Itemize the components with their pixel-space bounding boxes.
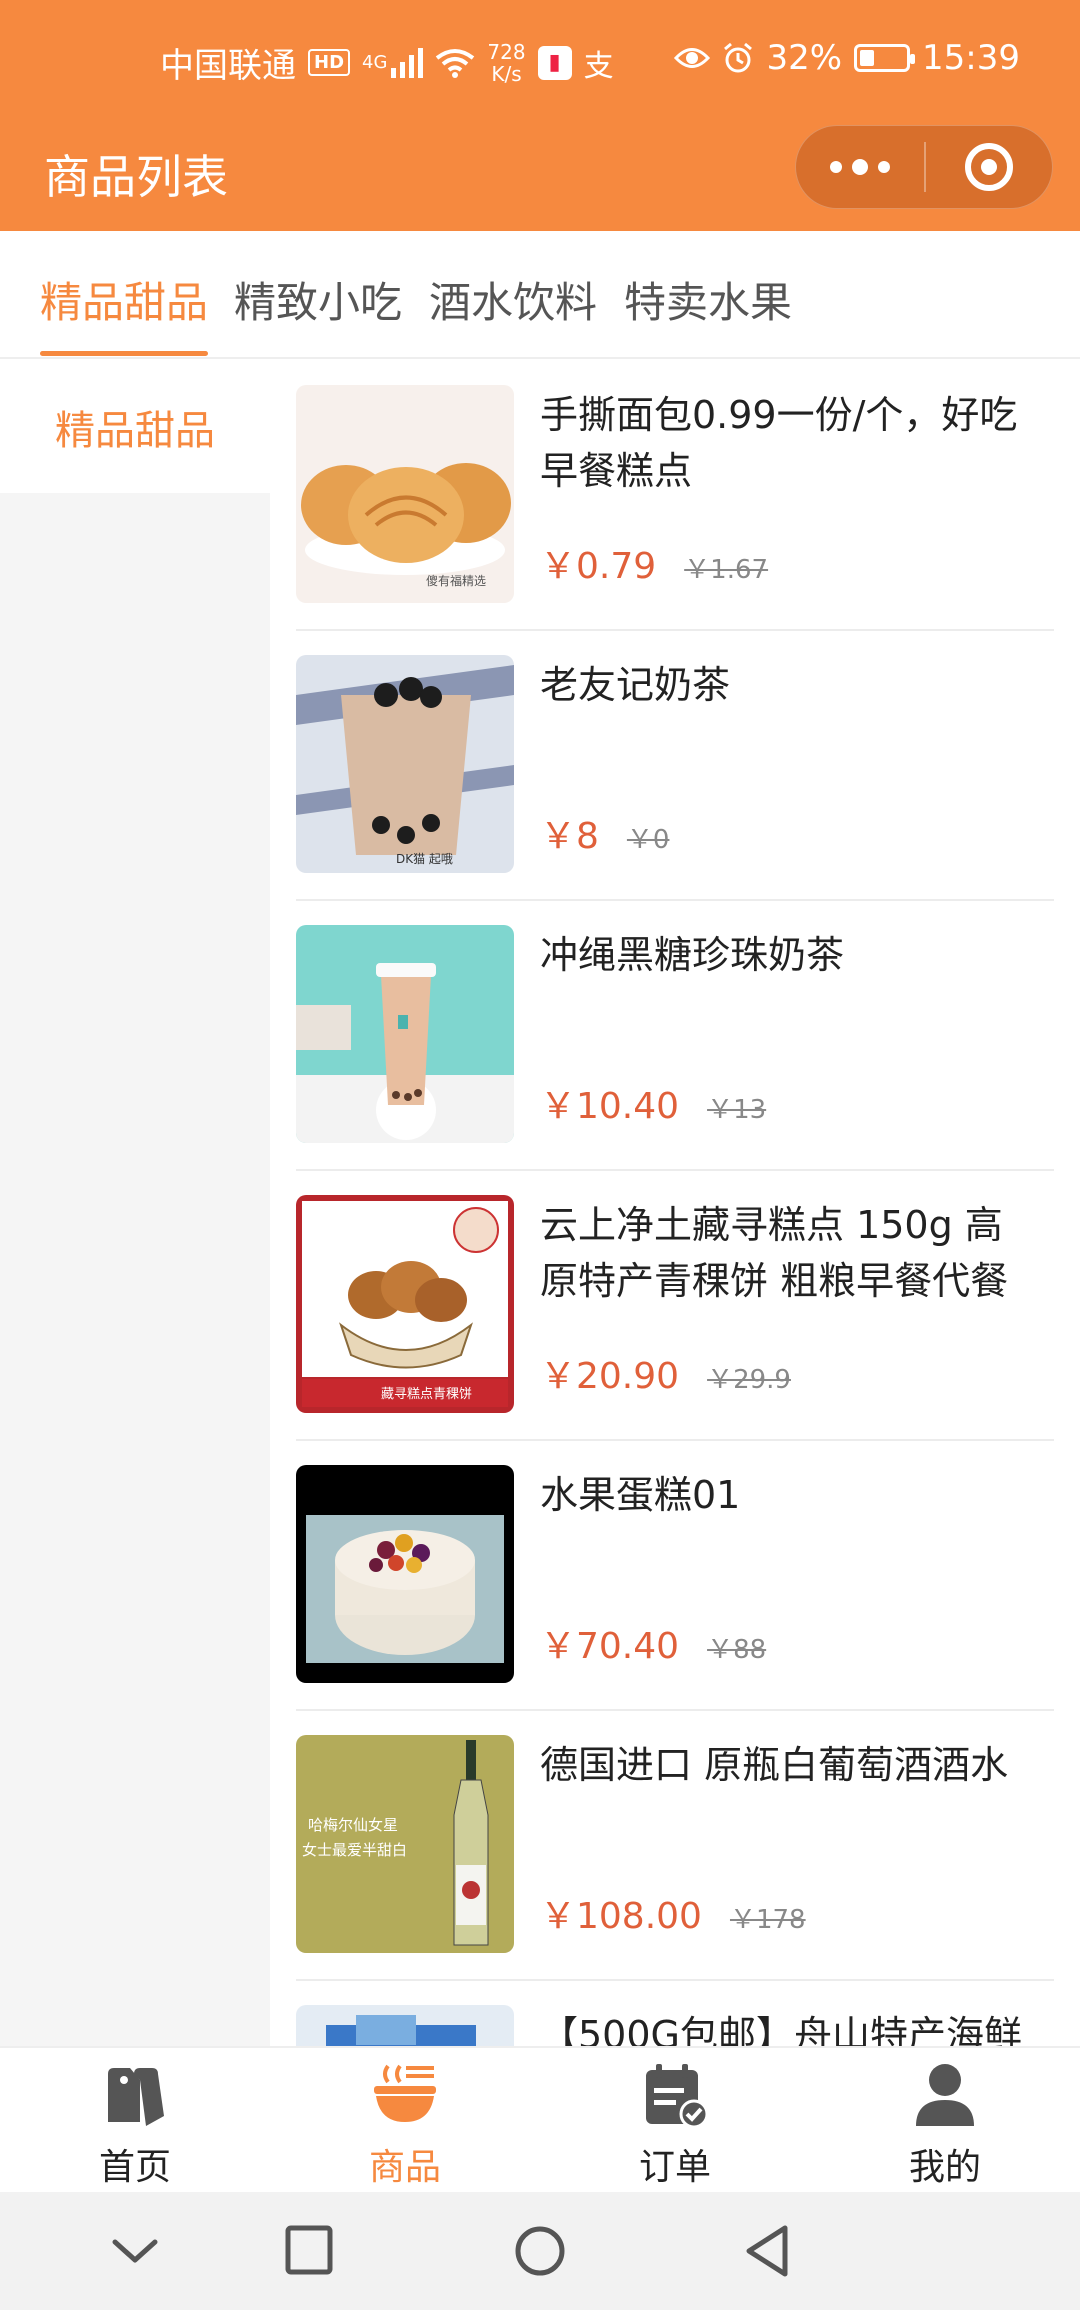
nav-products[interactable]: 商品 — [305, 2060, 505, 2190]
user-icon — [916, 2064, 974, 2126]
miniprogram-capsule — [795, 125, 1053, 209]
bowl-icon — [374, 2064, 436, 2122]
product-name: 老友记奶茶 — [540, 663, 731, 707]
product-item[interactable]: 水果蛋糕01 ￥70.40 ￥88 — [296, 1441, 1054, 1711]
network-label: 4G — [362, 52, 388, 73]
nav-profile-label: 我的 — [908, 2147, 981, 2188]
nav-profile[interactable]: 我的 — [845, 2060, 1045, 2190]
wifi-icon — [436, 48, 475, 78]
speed-value: 728 — [487, 39, 526, 64]
product-image: DK猫 起哦 — [296, 655, 514, 873]
status-bar: 中国联通 HD 4G 728 K/s ▮ 支 32% 15:39 — [0, 0, 1080, 125]
tab-desserts[interactable]: 精品甜品 — [40, 269, 208, 330]
product-image — [296, 2005, 514, 2046]
calendar-check-icon — [646, 2064, 709, 2129]
original-price: ￥0 — [626, 825, 670, 855]
back-icon[interactable] — [735, 2216, 805, 2286]
more-button[interactable] — [796, 125, 924, 209]
thumb-caption: 女士最爱半甜白 — [302, 1841, 407, 1859]
product-image: 哈梅尔仙女星 女士最爱半甜白 — [296, 1735, 514, 1953]
nav-orders[interactable]: 订单 — [575, 2060, 775, 2190]
product-price: ￥8 ￥0 — [540, 807, 669, 859]
original-price: ￥13 — [707, 1095, 767, 1125]
battery-icon — [854, 44, 916, 72]
tab-fruits[interactable]: 特卖水果 — [624, 269, 792, 330]
system-nav-bar — [0, 2192, 1080, 2310]
tab-drinks[interactable]: 酒水饮料 — [429, 269, 597, 330]
sale-price: ￥108.00 — [540, 1896, 702, 1937]
product-price: ￥108.00 ￥178 — [540, 1887, 806, 1939]
product-item[interactable]: 【500G包邮】舟山特产海鲜 — [296, 1981, 1054, 2046]
product-item[interactable]: 藏寻糕点青稞饼 云上净土藏寻糕点 150g 高原特产青稞饼 粗粮早餐代餐 ...… — [296, 1171, 1054, 1441]
product-name: 德国进口 原瓶白葡萄酒酒水 — [540, 1743, 1009, 1787]
product-price: ￥0.79 ￥1.67 — [540, 537, 768, 589]
battery-percent: 32% — [766, 38, 843, 78]
category-tabs: 精品甜品 精致小吃 酒水饮料 特卖水果 — [0, 231, 1080, 359]
title-bar: 商品列表 — [0, 125, 1080, 231]
product-image — [296, 925, 514, 1143]
product-name: 水果蛋糕01 — [540, 1473, 741, 1517]
alarm-icon — [724, 42, 753, 73]
eye-icon — [674, 48, 711, 68]
tag-icon — [108, 2068, 164, 2126]
original-price: ￥88 — [707, 1635, 767, 1665]
product-price: ￥10.40 ￥13 — [540, 1077, 766, 1129]
product-price: ￥20.90 ￥29.9 — [540, 1347, 791, 1399]
category-sidebar: 精品甜品 — [0, 361, 270, 2046]
nav-orders-label: 订单 — [638, 2147, 711, 2188]
sale-price: ￥20.90 — [540, 1356, 680, 1397]
tab-snacks[interactable]: 精致小吃 — [234, 269, 402, 330]
active-tab-indicator — [40, 351, 208, 356]
product-list[interactable]: 傻有福精选 手撕面包0.99一份/个，好吃早餐糕点 ￥0.79 ￥1.67 DK猫… — [270, 361, 1080, 2046]
sale-price: ￥70.40 — [540, 1626, 680, 1667]
close-miniprogram-button[interactable] — [926, 125, 1052, 209]
product-name: 手撕面包0.99一份/个，好吃早餐糕点 — [540, 393, 1018, 493]
thumb-caption: 哈梅尔仙女星 — [308, 1816, 398, 1834]
original-price: ￥178 — [729, 1905, 806, 1935]
sale-price: ￥10.40 — [540, 1086, 680, 1127]
network-speed: 728 K/s — [487, 41, 525, 85]
page-title: 商品列表 — [44, 150, 228, 204]
product-image: 傻有福精选 — [296, 385, 514, 603]
target-icon — [965, 143, 1013, 191]
product-name: 云上净土藏寻糕点 150g 高原特产青稞饼 粗粮早餐代餐 ... — [540, 1203, 1009, 1303]
sale-price: ￥8 — [540, 816, 599, 857]
sidebar-item-desserts[interactable]: 精品甜品 — [0, 361, 270, 493]
more-dot-icon — [852, 159, 868, 175]
pay-app-icon: 支 — [583, 48, 614, 84]
sale-price: ￥0.79 — [540, 546, 657, 587]
bottom-nav: 首页 商品 订单 我的 — [0, 2046, 1080, 2192]
more-dot-icon — [878, 161, 890, 173]
thumb-caption: 傻有福精选 — [426, 573, 486, 588]
book-app-icon: ▮ — [537, 45, 572, 80]
home-icon[interactable] — [505, 2216, 575, 2286]
product-name: 【500G包邮】舟山特产海鲜 — [540, 2013, 1022, 2046]
nav-home[interactable]: 首页 — [35, 2060, 235, 2190]
product-name: 冲绳黑糖珍珠奶茶 — [540, 933, 845, 977]
recent-apps-icon[interactable] — [274, 2216, 344, 2286]
product-item[interactable]: 冲绳黑糖珍珠奶茶 ￥10.40 ￥13 — [296, 901, 1054, 1171]
signal-icon — [391, 47, 424, 78]
product-item[interactable]: 哈梅尔仙女星 女士最爱半甜白 德国进口 原瓶白葡萄酒酒水 ￥108.00 ￥178 — [296, 1711, 1054, 1981]
speed-unit: K/s — [491, 61, 522, 86]
product-price: ￥70.40 ￥88 — [540, 1617, 766, 1669]
chevron-down-icon[interactable] — [100, 2216, 170, 2286]
product-image: 藏寻糕点青稞饼 — [296, 1195, 514, 1413]
product-item[interactable]: 傻有福精选 手撕面包0.99一份/个，好吃早餐糕点 ￥0.79 ￥1.67 — [296, 361, 1054, 631]
nav-home-label: 首页 — [98, 2147, 171, 2188]
original-price: ￥29.9 — [707, 1365, 791, 1395]
thumb-caption: DK猫 起哦 — [396, 852, 453, 866]
original-price: ￥1.67 — [684, 555, 769, 585]
more-dot-icon — [830, 161, 842, 173]
carrier-label: 中国联通 — [160, 46, 296, 86]
product-image — [296, 1465, 514, 1683]
product-item[interactable]: DK猫 起哦 老友记奶茶 ￥8 ￥0 — [296, 631, 1054, 901]
clock: 15:39 — [922, 38, 1020, 78]
nav-products-label: 商品 — [368, 2147, 441, 2188]
hd-badge: HD — [308, 49, 351, 76]
thumb-caption: 藏寻糕点青稞饼 — [381, 1387, 472, 1402]
